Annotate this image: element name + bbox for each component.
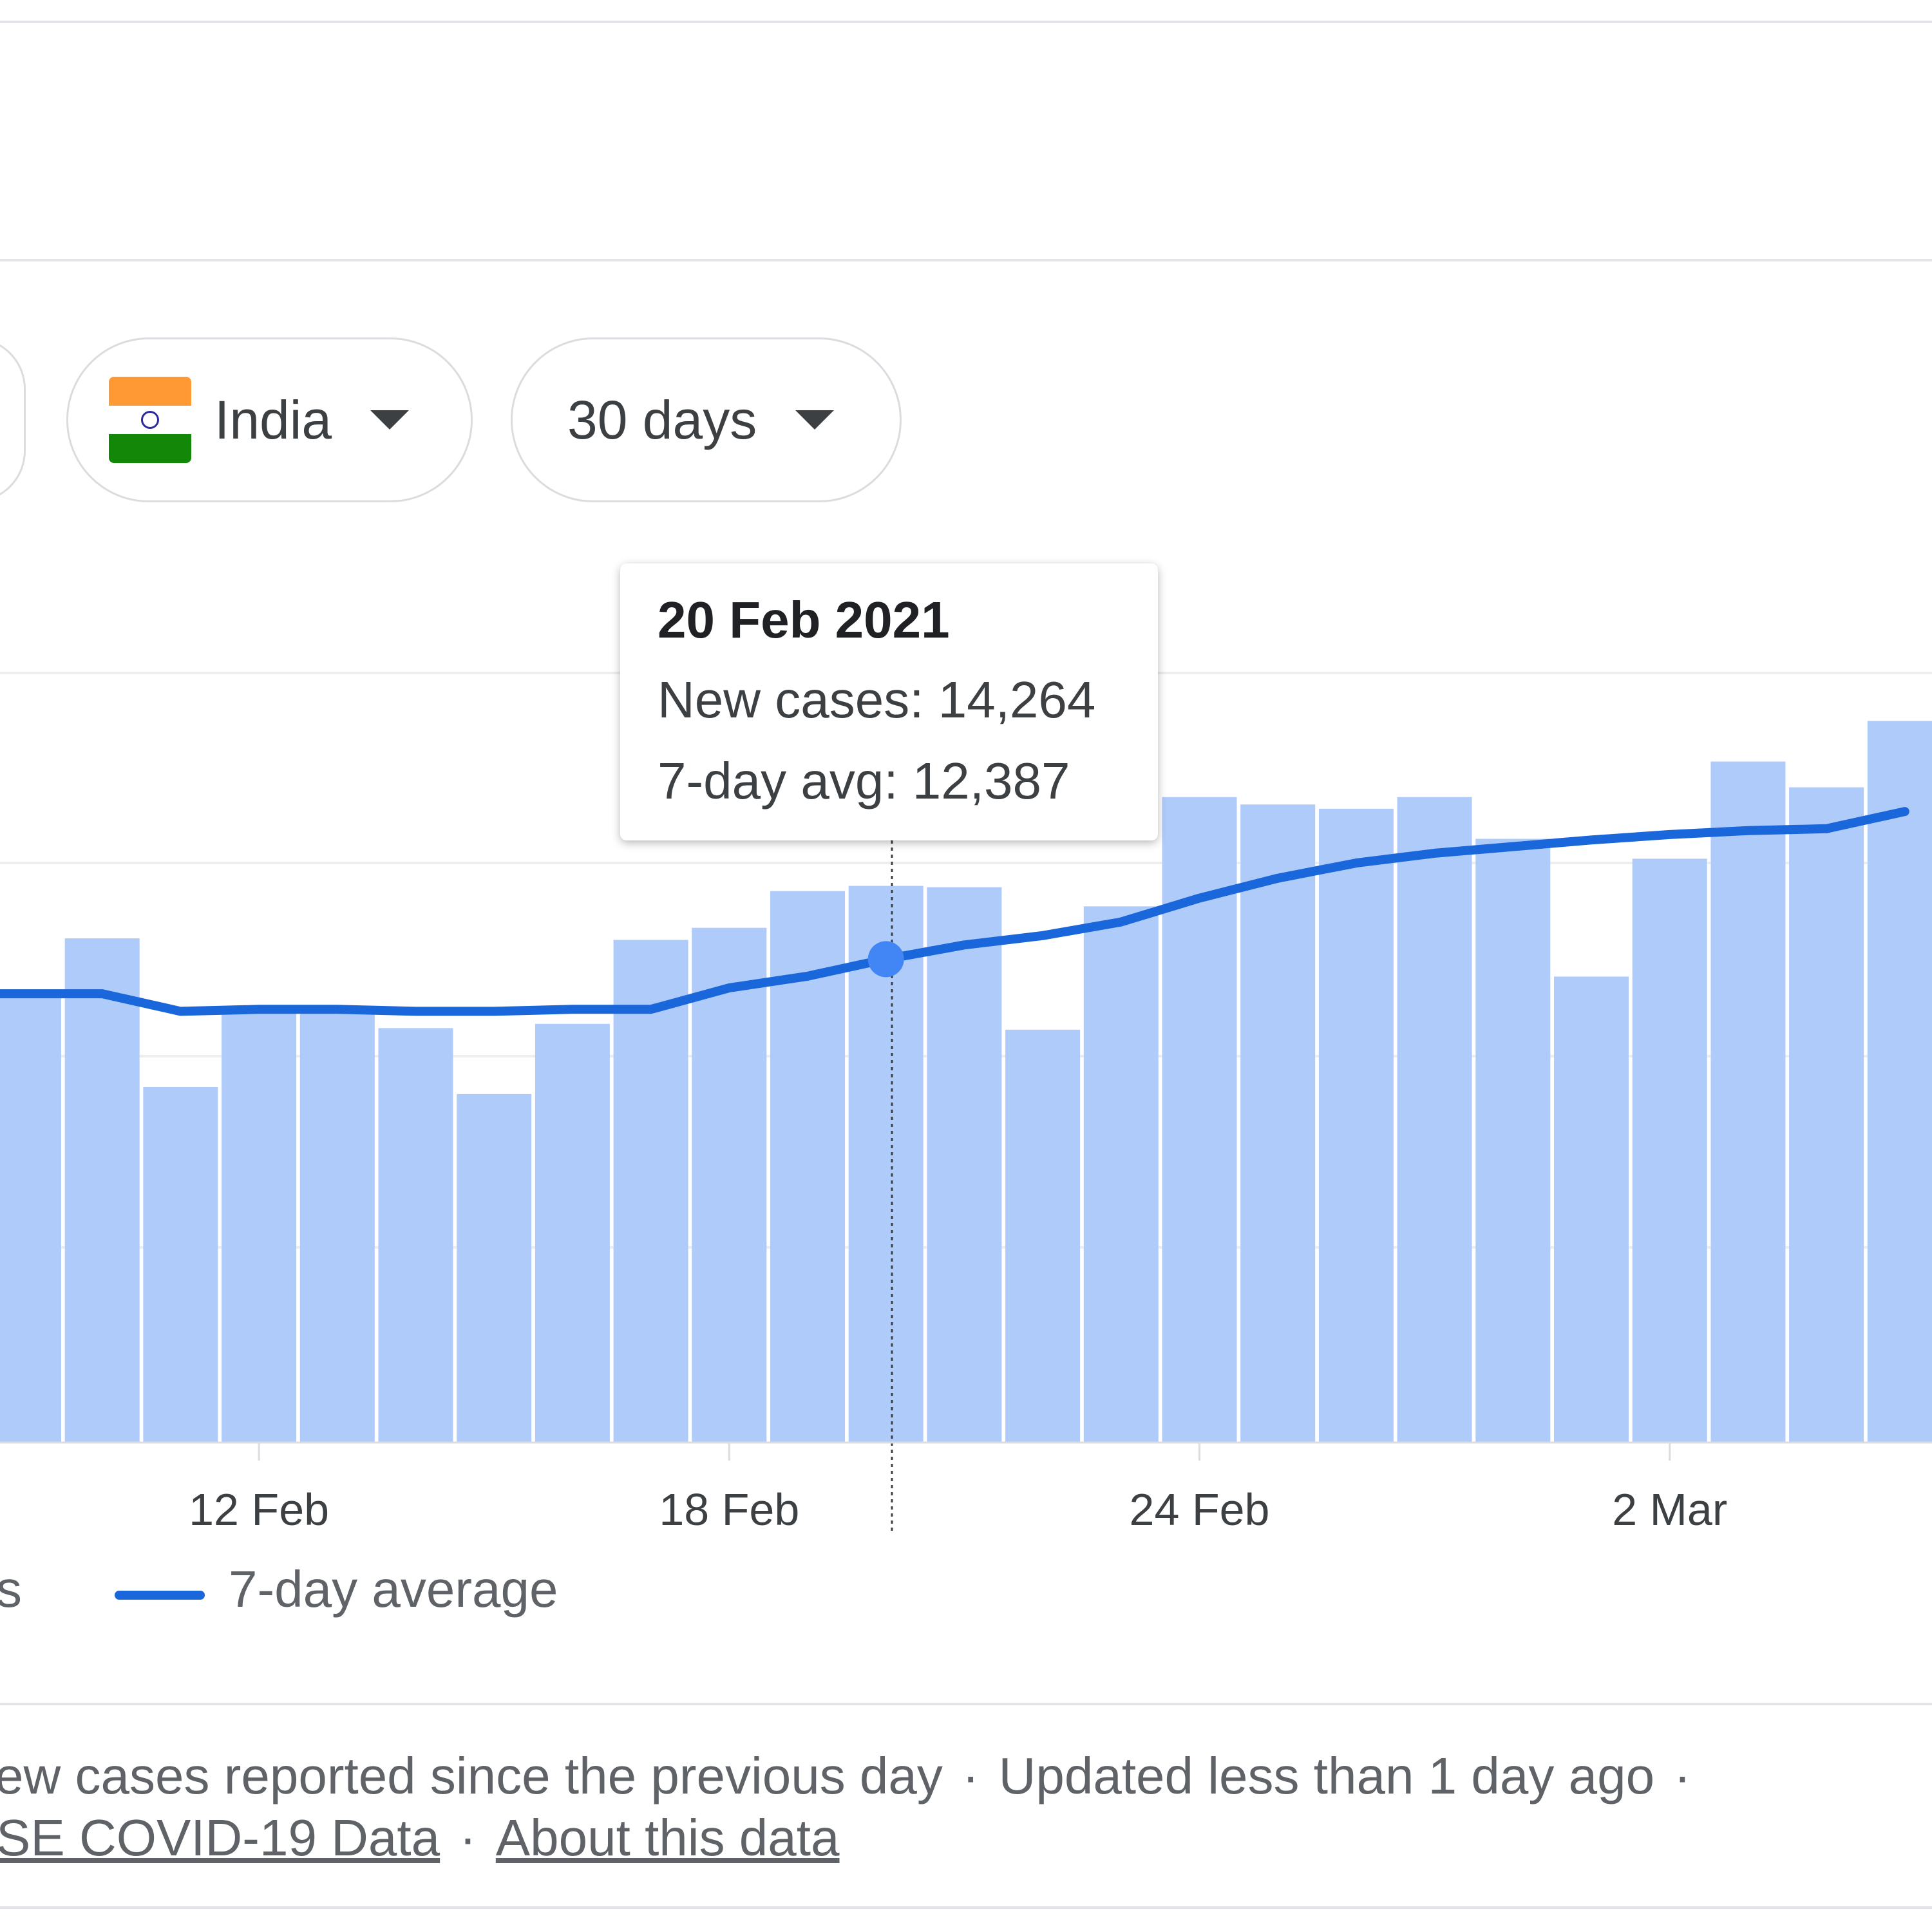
tooltip-new-cases: New cases: 14,264 — [658, 671, 1096, 728]
tooltip-avg: 7-day avg: 12,387 — [658, 752, 1070, 810]
footer-description: ew cases reported since the previous day — [0, 1747, 943, 1804]
legend-label-average: 7-day average — [229, 1560, 558, 1618]
bar-2-mar — [1632, 858, 1707, 1443]
bar-27-feb — [1397, 797, 1472, 1443]
legend-item-average: 7-day average — [229, 1560, 558, 1619]
tooltip-date: 20 Feb 2021 — [658, 591, 950, 649]
bar-25-feb — [1240, 804, 1316, 1443]
bar-26-feb — [1318, 808, 1394, 1443]
bar-23-feb — [1083, 906, 1159, 1443]
bar-1-mar — [1554, 976, 1629, 1443]
source-link[interactable]: SE COVID-19 Data — [0, 1809, 440, 1866]
x-axis: 12 Feb 18 Feb 24 Feb 2 Mar — [0, 1441, 1932, 1535]
bottom-divider — [0, 1906, 1932, 1909]
bar-12-feb — [222, 1010, 297, 1443]
cases-chart[interactable]: 12 Feb 18 Feb 24 Feb 2 Mar — [0, 0, 1932, 1932]
footer-separator: · — [961, 1747, 980, 1804]
footer-separator: · — [1674, 1747, 1691, 1804]
footer-separator: · — [459, 1809, 477, 1866]
bar-18-feb — [692, 927, 767, 1443]
x-tick-label: 2 Mar — [1612, 1484, 1727, 1535]
x-tick-label: 24 Feb — [1130, 1484, 1270, 1535]
bar-15-feb — [457, 1094, 532, 1443]
chart-tooltip: 20 Feb 2021 New cases: 14,264 7-day avg:… — [620, 564, 1158, 840]
bar-21-feb — [927, 887, 1002, 1443]
updated-text: Updated less than 1 day ago — [998, 1747, 1655, 1804]
bar-28-feb — [1475, 838, 1551, 1443]
legend-line-swatch — [115, 1591, 205, 1600]
bar-11-feb — [143, 1086, 218, 1443]
x-tick-label: 18 Feb — [659, 1484, 799, 1535]
bar-13-feb — [299, 1007, 375, 1443]
x-tick-label: 12 Feb — [189, 1484, 329, 1535]
bar-5-mar — [1867, 721, 1932, 1443]
footer-line-2: SE COVID-19 Data · About this data — [0, 1808, 840, 1868]
footer-line-1: ew cases reported since the previous day… — [0, 1747, 1710, 1806]
bar-14-feb — [378, 1028, 453, 1443]
bar-9-feb — [0, 989, 61, 1443]
bar-3-mar — [1710, 761, 1786, 1443]
about-data-link[interactable]: About this data — [496, 1809, 840, 1866]
hover-point — [867, 941, 904, 978]
bar-17-feb — [613, 940, 688, 1443]
bar-16-feb — [535, 1023, 610, 1443]
bar-4-mar — [1789, 787, 1864, 1443]
legend-label-new-cases: s — [0, 1560, 22, 1618]
footer-divider — [0, 1703, 1932, 1705]
bar-22-feb — [1005, 1029, 1081, 1443]
legend-item-new-cases: s — [0, 1560, 22, 1619]
bar-10-feb — [64, 938, 140, 1443]
